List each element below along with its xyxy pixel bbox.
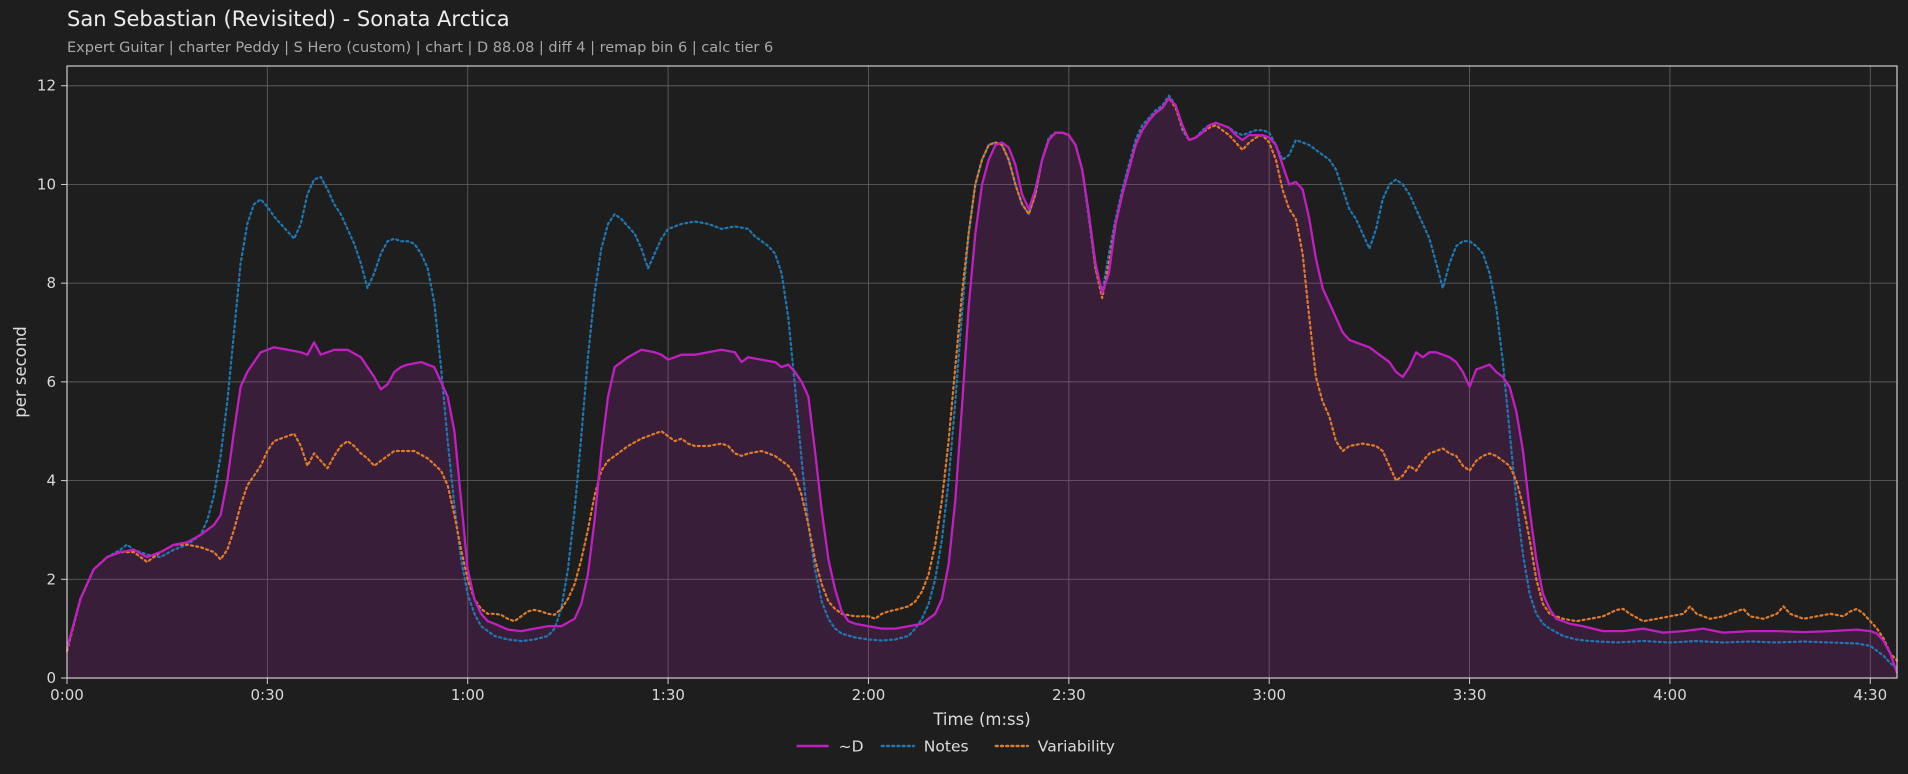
x-axis-label: Time (m:ss) (932, 710, 1030, 729)
y-tick-label: 4 (46, 472, 56, 490)
x-tick-label: 1:00 (451, 686, 485, 704)
legend-label-d: ~D (839, 738, 864, 756)
x-tick-label: 4:00 (1653, 686, 1687, 704)
legend: ~D Notes Variability (796, 738, 1115, 756)
x-tick-label: 2:30 (1052, 686, 1086, 704)
x-tick-label: 4:30 (1853, 686, 1887, 704)
legend-label-variability: Variability (1038, 738, 1115, 756)
y-axis-ticks: 0 2 4 6 8 10 12 (37, 77, 67, 687)
x-axis-ticks: 0:00 0:30 1:00 1:30 2:00 2:30 3:00 3:30 4:00 4:30 (50, 678, 1887, 704)
y-tick-label: 12 (37, 77, 56, 95)
y-tick-label: 2 (46, 570, 56, 588)
y-axis-label: per second (11, 326, 30, 418)
x-tick-label: 3:00 (1252, 686, 1286, 704)
x-tick-label: 0:30 (251, 686, 285, 704)
y-tick-label: 10 (37, 175, 56, 193)
chart-svg: 0:00 0:30 1:00 1:30 2:00 2:30 3:00 3:30 4:00 4:30… (11, 65, 1899, 756)
x-tick-label: 1:30 (651, 686, 685, 704)
x-tick-label: 3:30 (1453, 686, 1487, 704)
x-tick-label: 2:00 (852, 686, 886, 704)
legend-label-notes: Notes (924, 738, 969, 756)
x-tick-label: 0:00 (50, 686, 84, 704)
y-tick-label: 8 (46, 274, 56, 292)
y-tick-label: 6 (46, 373, 56, 391)
y-tick-label: 0 (46, 669, 56, 687)
